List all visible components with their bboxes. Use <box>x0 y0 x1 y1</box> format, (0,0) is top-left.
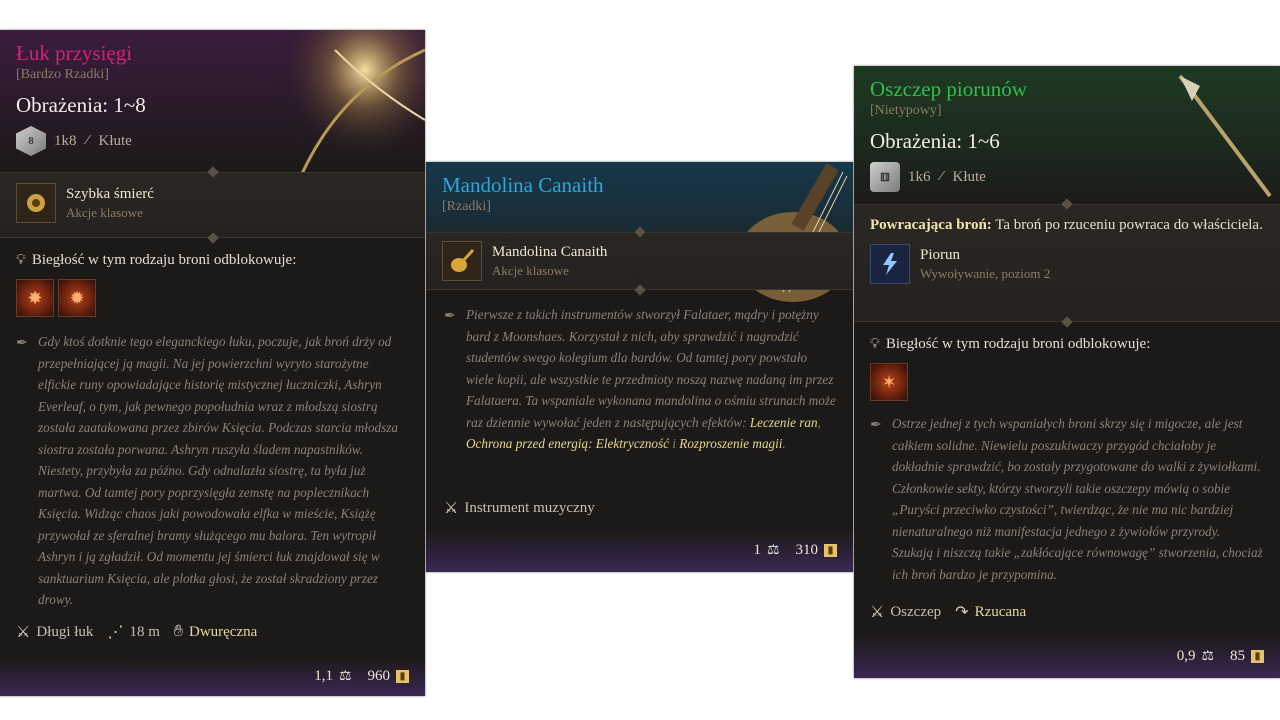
damage-dice-row: 8 1k8 ⁄ Kłute <box>16 126 409 156</box>
divider-diamond <box>633 284 646 296</box>
item-damage: Obrażenia: 1~6 <box>870 129 1000 153</box>
coin-icon: ▮ <box>396 669 409 683</box>
unlocked-skills: ✶ <box>870 363 1264 401</box>
action-band: Mandolina Canaith Akcje klasowe <box>426 226 853 296</box>
action-band: Szybka śmierć Akcje klasowe <box>0 166 425 244</box>
description-text: Pierwsze z takich instrumentów stworzył … <box>466 307 836 430</box>
item-type: Instrument muzyczny <box>464 499 595 516</box>
item-description: ✒︎ Pierwsze z takich instrumentów stworz… <box>444 304 837 455</box>
dice-value: 1k8 <box>54 132 77 149</box>
spell-link[interactable]: Rozproszenie magii <box>679 436 782 451</box>
item-title: Mandolina Canaith <box>442 173 604 197</box>
item-properties: ⚔︎ Oszczep ↷ Rzucana <box>870 602 1026 622</box>
item-footer: 1 ⚖︎ 310 ▮ <box>426 528 853 572</box>
skill-icon[interactable]: ✸ <box>16 279 54 317</box>
ability-band: Powracająca broń: Ta broń po rzuceniu po… <box>854 198 1280 328</box>
separator: , <box>817 414 821 430</box>
proficiency-line: 💡︎ Biegłość w tym rodzaju broni odblokow… <box>16 252 409 269</box>
coin-icon: ▮ <box>1251 649 1264 663</box>
skill-icon[interactable]: ✹ <box>58 279 96 317</box>
hand-icon: ✋︎ <box>173 623 183 640</box>
weight-icon: ⚖︎ <box>1201 648 1214 664</box>
item-footer: 0,9 ⚖︎ 85 ▮ <box>854 634 1280 678</box>
action-category: Akcje klasowe <box>66 205 143 220</box>
crossed-swords-icon: ⚔︎ <box>870 604 885 621</box>
item-tooltip-mandolin: Mandolina Canaith [Rzadki] Mandolina Can… <box>426 162 853 572</box>
returning-text: Ta broń po rzuceniu powraca do właścicie… <box>991 217 1263 233</box>
description-text: Ostrze jednej z tych wspaniałych broni s… <box>892 416 1263 582</box>
crossed-swords-icon: ⚔︎ <box>444 500 459 517</box>
item-price: 960 <box>367 667 391 684</box>
piercing-icon: ⁄ <box>940 169 943 184</box>
item-tooltip-spear: Oszczep piorunów [Nietypowy] Obrażenia: … <box>854 66 1280 678</box>
action-icon[interactable] <box>442 241 482 281</box>
quill-icon: ✒︎ <box>16 336 28 351</box>
separator: i <box>669 436 680 451</box>
coin-icon: ▮ <box>824 543 837 557</box>
proficiency-line: 💡︎ Biegłość w tym rodzaju broni odblokow… <box>870 336 1264 353</box>
quill-icon: ✒︎ <box>870 418 882 433</box>
crossed-swords-icon: ⚔︎ <box>16 624 31 641</box>
piercing-icon: ⁄ <box>86 133 89 148</box>
weight-icon: ⚖︎ <box>338 668 352 684</box>
damage-dice-row: ⚅ 1k6 ⁄ Kłute <box>870 162 1264 192</box>
action-name: Mandolina Canaith <box>492 244 608 260</box>
skill-icon[interactable]: ✶ <box>870 363 908 401</box>
range-icon: ⋰ <box>107 624 124 641</box>
weapon-handedness: Dwuręczna <box>188 623 258 640</box>
item-properties: ⚔︎ Instrument muzyczny <box>444 498 595 518</box>
weight-icon: ⚖︎ <box>766 542 780 558</box>
item-rarity: [Rzadki] <box>442 199 491 214</box>
item-rarity: [Nietypowy] <box>870 103 942 118</box>
spell-link[interactable]: Ochrona przed energią: Elektryczność <box>466 436 669 451</box>
throw-icon: ↷ <box>955 604 969 621</box>
lightbulb-icon: 💡︎ <box>16 252 26 268</box>
action-category: Akcje klasowe <box>492 263 569 278</box>
item-footer: 1,1 ⚖︎ 960 ▮ <box>0 656 425 696</box>
d8-dice-icon: 8 <box>16 126 46 156</box>
unlocked-skills: ✸ ✹ <box>16 279 409 317</box>
item-tooltip-bow: Łuk przysięgi [Bardzo Rzadki] Obrażenia:… <box>0 30 425 696</box>
item-description: ✒︎ Gdy ktoś dotknie tego eleganckiego łu… <box>16 331 409 611</box>
spell-name: Piorun <box>920 247 961 263</box>
dice-value: 1k6 <box>908 168 931 185</box>
item-price: 310 <box>795 541 819 558</box>
d6-dice-icon: ⚅ <box>870 162 900 192</box>
item-damage: Obrażenia: 1~8 <box>16 93 146 117</box>
item-weight: 1,1 <box>314 667 333 684</box>
item-properties: ⚔︎ Długi łuk ⋰ 18 m ✋︎ Dwuręczna <box>16 622 257 642</box>
item-weight: 1 <box>753 541 761 558</box>
spell-school: Wywoływanie, poziom 2 <box>920 266 1051 281</box>
action-icon[interactable] <box>16 183 56 223</box>
item-title: Łuk przysięgi <box>16 41 133 65</box>
weapon-range: 18 m <box>129 623 160 640</box>
weapon-type: Długi łuk <box>36 623 94 640</box>
description-text: Gdy ktoś dotknie tego eleganckiego łuku,… <box>38 334 398 607</box>
item-title: Oszczep piorunów <box>870 77 1027 101</box>
returning-label: Powracająca broń: <box>870 217 992 233</box>
item-weight: 0,9 <box>1176 647 1196 664</box>
item-description: ✒︎ Ostrze jednej z tych wspaniałych bron… <box>870 413 1264 585</box>
quill-icon: ✒︎ <box>444 309 456 324</box>
lightbulb-icon: 💡︎ <box>870 336 880 352</box>
lightning-icon[interactable] <box>870 244 910 284</box>
item-rarity: [Bardzo Rzadki] <box>16 67 109 82</box>
spell-link[interactable]: Leczenie ran <box>750 415 818 430</box>
returning-weapon: Powracająca broń: Ta broń po rzuceniu po… <box>870 215 1264 236</box>
action-name: Szybka śmierć <box>66 186 154 202</box>
damage-type: Kłute <box>98 132 132 149</box>
sentence-end: . <box>782 436 786 451</box>
proficiency-text: Biegłość w tym rodzaju broni odblokowuje… <box>885 336 1151 352</box>
item-price: 85 <box>1230 647 1245 664</box>
proficiency-text: Biegłość w tym rodzaju broni odblokowuje… <box>31 252 297 268</box>
damage-type: Kłute <box>952 168 986 185</box>
weapon-thrown: Rzucana <box>974 603 1027 620</box>
weapon-type: Oszczep <box>890 603 942 620</box>
